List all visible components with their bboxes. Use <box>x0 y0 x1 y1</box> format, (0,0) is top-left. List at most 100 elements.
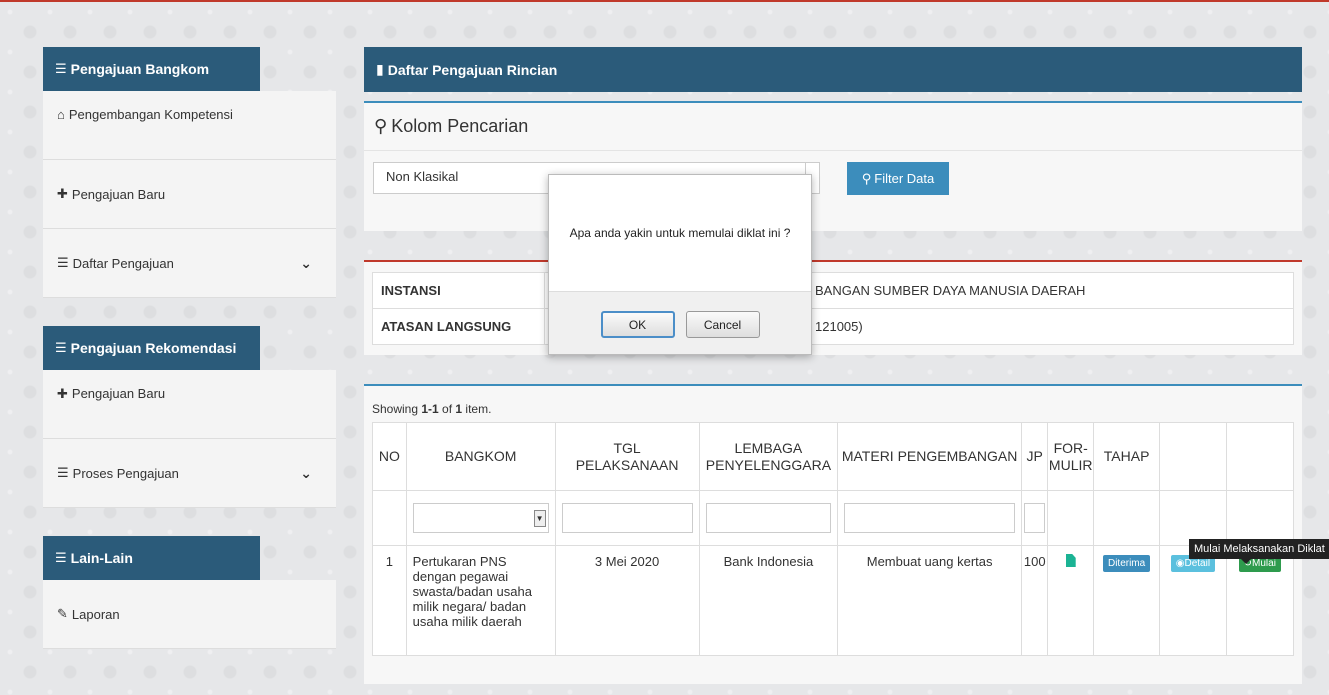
col-header-tahap[interactable]: TAHAP <box>1092 422 1161 491</box>
jp-filter-input[interactable] <box>1023 503 1046 533</box>
list-icon: ☰ <box>57 465 69 480</box>
col-header-formulir[interactable]: FOR- MULIR <box>1047 422 1094 491</box>
sidebar-item-proses-pengajuan[interactable]: ☰ Proses Pengajuan ⌄ <box>43 439 336 508</box>
col-header-tgl[interactable]: TGL PELAKSANAAN <box>554 422 700 491</box>
list-icon: ☰ <box>55 340 67 355</box>
cell-tahap: Diterima <box>1092 545 1161 656</box>
summary-prefix: Showing <box>372 402 422 416</box>
filter-data-button[interactable]: ⚲ Filter Data <box>847 162 949 195</box>
sidebar-section-rekomendasi-header: ☰ Pengajuan Rekomendasi <box>43 326 260 370</box>
lembaga-line1: LEMBAGA <box>734 439 803 456</box>
cell-no: 1 <box>372 545 407 656</box>
book-icon: ▮ <box>376 61 384 77</box>
sidebar-item-label: Proses Pengajuan <box>72 465 179 481</box>
sidebar-item-label: Laporan <box>71 606 120 622</box>
search-icon: ⚲ <box>374 116 388 136</box>
col-header-bangkom[interactable]: BANGKOM <box>405 422 556 491</box>
confirm-dialog: Apa anda yakin untuk memulai diklat ini … <box>548 174 812 355</box>
cell-detail: ◉Detail <box>1159 545 1227 656</box>
filter-empty <box>1047 490 1094 546</box>
sidebar-section-bangkom-header: ☰ Pengajuan Bangkom <box>43 47 260 91</box>
lembaga-filter-input[interactable] <box>705 503 832 533</box>
chevron-down-icon[interactable]: ⌄ <box>300 465 312 482</box>
col-header-materi[interactable]: MATERI PENGEMBANGAN <box>837 422 1022 491</box>
formulir-line1: FOR- <box>1053 439 1088 456</box>
info-row: ATASAN LANGSUNG 121005) <box>372 308 1294 345</box>
cell-bangkom: Pertukaran PNS dengan pegawai swasta/bad… <box>405 545 556 656</box>
filter-data-label: Filter Data <box>874 171 935 186</box>
filter-no <box>372 490 407 546</box>
info-panel: INSTANSI BANGAN SUMBER DAYA MANUSIA DAER… <box>364 260 1302 355</box>
cell-lembaga: Bank Indonesia <box>698 545 839 656</box>
type-select-value: Non Klasikal <box>386 169 459 184</box>
summary-suffix: item. <box>462 402 492 416</box>
info-row: INSTANSI BANGAN SUMBER DAYA MANUSIA DAER… <box>372 272 1294 309</box>
sidebar-item-daftar-pengajuan[interactable]: ☰ Daftar Pengajuan ⌄ <box>43 229 336 298</box>
sidebar-item-label: Daftar Pengajuan <box>72 255 174 271</box>
sidebar-item-pengembangan-kompetensi[interactable]: ⌂ Pengembangan Kompetensi <box>43 91 336 160</box>
col-header-jp[interactable]: JP <box>1020 422 1049 491</box>
list-icon: ☰ <box>57 255 69 270</box>
materi-filter-input[interactable] <box>844 503 1015 533</box>
sidebar: ☰ Pengajuan Bangkom ⌂ Pengembangan Kompe… <box>43 47 336 649</box>
sidebar-item-label: Pengembangan Kompetensi <box>68 107 233 122</box>
search-icon: ⚲ <box>861 170 872 186</box>
main-header: ▮ Daftar Pengajuan Rincian <box>364 47 1302 92</box>
ok-button[interactable]: OK <box>600 311 675 338</box>
table-summary: Showing 1-1 of 1 item. <box>372 402 1294 416</box>
plus-icon: ✚ <box>57 186 68 201</box>
info-table: INSTANSI BANGAN SUMBER DAYA MANUSIA DAER… <box>372 272 1294 345</box>
sidebar-item-label: Pengajuan Baru <box>71 386 166 401</box>
dialog-message: Apa anda yakin untuk memulai diklat ini … <box>549 175 811 292</box>
sidebar-item-pengajuan-baru-rekomendasi[interactable]: ✚ Pengajuan Baru <box>43 370 336 439</box>
list-panel: Showing 1-1 of 1 item. NO BANGKOM TGL PEL… <box>364 384 1302 684</box>
tgl-line2: PELAKSANAAN <box>575 456 679 473</box>
lembaga-line2: PENYELENGGARA <box>705 456 832 473</box>
cell-materi: Membuat uang kertas <box>837 545 1022 656</box>
page-title: Daftar Pengajuan Rincian <box>387 61 558 78</box>
sidebar-item-pengajuan-baru[interactable]: ✚ Pengajuan Baru <box>43 160 336 229</box>
data-table: NO BANGKOM TGL PELAKSANAAN LEMBAGA PENYELE… <box>372 422 1295 656</box>
edit-icon: ✎ <box>57 606 68 621</box>
col-header-no[interactable]: NO <box>372 422 407 491</box>
section-title: Pengajuan Rekomendasi <box>70 340 237 356</box>
home-icon: ⌂ <box>57 107 65 122</box>
search-panel-title: ⚲ Kolom Pencarian <box>364 103 1302 151</box>
file-icon[interactable] <box>1065 554 1076 567</box>
filter-empty <box>1225 490 1295 546</box>
search-title-label: Kolom Pencarian <box>391 116 529 136</box>
filter-row: Non Klasikal ⚲ Filter Data <box>364 151 1302 231</box>
filter-empty <box>1092 490 1161 546</box>
list-icon: ☰ <box>55 550 67 565</box>
search-panel: ⚲ Kolom Pencarian Non Klasikal ⚲ Filter … <box>364 101 1302 231</box>
tgl-filter-input[interactable] <box>561 503 693 533</box>
instansi-label: INSTANSI <box>372 272 545 309</box>
atasan-label: ATASAN LANGSUNG <box>372 308 545 345</box>
status-badge: Diterima <box>1102 555 1151 572</box>
sidebar-item-label: Pengajuan Baru <box>71 186 166 202</box>
main-content: ▮ Daftar Pengajuan Rincian ⚲ Kolom Penca… <box>364 47 1302 684</box>
cancel-button[interactable]: Cancel <box>685 311 760 338</box>
summary-mid: of <box>438 402 456 416</box>
filter-row: ▼ <box>372 490 1295 546</box>
sidebar-item-laporan[interactable]: ✎ Laporan <box>43 580 336 649</box>
chevron-down-icon[interactable]: ⌄ <box>300 255 312 272</box>
mulai-label: Mulai <box>1252 558 1276 569</box>
formulir-line2: MULIR <box>1048 456 1093 473</box>
bangkom-filter-select[interactable]: ▼ <box>412 503 549 533</box>
cell-mulai: ↻Mulai <box>1225 545 1295 656</box>
col-header-lembaga[interactable]: LEMBAGA PENYELENGGARA <box>698 422 839 491</box>
table-row: 1 Pertukaran PNS dengan pegawai swasta/b… <box>372 545 1295 656</box>
filter-materi-cell <box>837 490 1022 546</box>
filter-lembaga-cell <box>698 490 839 546</box>
filter-empty <box>1159 490 1227 546</box>
chevron-down-icon[interactable]: ▼ <box>533 510 546 527</box>
detail-label: Detail <box>1184 558 1211 569</box>
filter-jp-cell <box>1020 490 1049 546</box>
summary-range: 1-1 <box>421 402 439 416</box>
tgl-line1: TGL <box>613 439 641 456</box>
cell-jp: 100 <box>1020 545 1049 656</box>
filter-bangkom-cell: ▼ <box>405 490 556 546</box>
